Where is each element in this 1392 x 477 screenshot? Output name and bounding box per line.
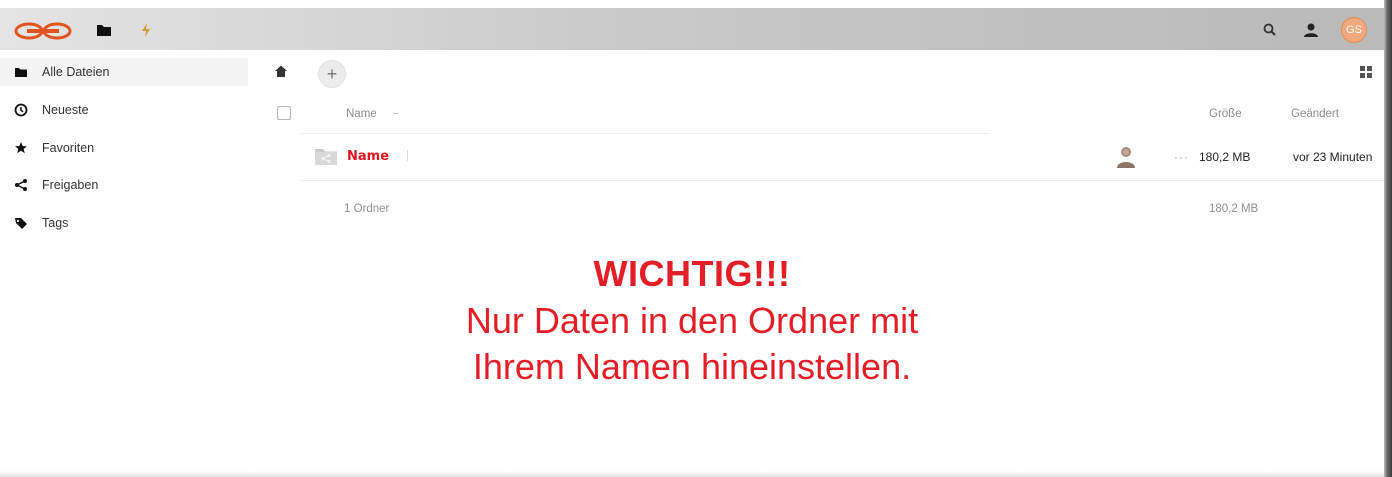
grid-view-icon[interactable] [1360,66,1372,78]
frame-right-edge [1384,0,1392,477]
folder-icon [15,68,27,77]
frame-bottom-edge [0,471,1384,477]
logo-icon[interactable] [14,22,72,40]
file-name-link[interactable]: Name [347,149,389,164]
sidebar-item-label: Tags [42,216,69,230]
sidebar-item-label: Neueste [42,103,89,117]
shared-user-avatar-icon[interactable] [1115,145,1137,169]
avatar-initials: GS [1346,24,1362,36]
sidebar-item-recent[interactable]: Neueste [0,96,248,124]
name-separator [407,150,408,161]
shared-folder-icon [315,149,337,165]
share-icon [15,179,27,191]
header-divider [300,133,990,134]
file-size: 180,2 MB [1199,150,1251,164]
summary-count: 1 Ordner [344,203,390,215]
select-all-checkbox[interactable] [277,106,291,120]
activity-icon[interactable] [136,20,156,40]
sidebar-item-label: Freigaben [42,178,99,192]
more-actions-button[interactable]: ··· [1174,150,1189,164]
files-icon[interactable] [94,20,114,40]
column-header-name[interactable]: Name [346,108,377,120]
sidebar-item-label: Alle Dateien [42,65,110,79]
notice-line-1: Nur Daten in den Ordner mit [465,300,919,341]
sidebar-item-all-files[interactable]: Alle Dateien [0,58,248,86]
tag-icon [15,218,27,229]
user-avatar[interactable]: GS [1341,17,1367,43]
search-icon[interactable] [1260,20,1280,40]
sidebar-item-shares[interactable]: Freigaben [0,171,248,199]
column-header-size[interactable]: Größe [1209,108,1242,120]
home-icon[interactable] [274,64,288,78]
notice-title: WICHTIG!!! [593,253,791,294]
sidebar-item-label: Favoriten [42,141,95,155]
column-header-modified[interactable]: Geändert [1291,108,1339,120]
clock-icon [14,103,28,117]
sort-indicator: – [393,108,399,119]
row-divider [300,180,1384,181]
sidebar-item-favorites[interactable]: Favoriten [0,134,248,162]
star-icon [15,142,27,154]
file-modified: vor 23 Minuten [1293,150,1373,164]
notice-line-2: Ihrem Namen hineinstellen. [472,346,912,387]
contacts-icon[interactable] [1301,20,1321,40]
summary-size: 180,2 MB [1209,203,1259,215]
add-new-button[interactable]: + [318,60,346,88]
sidebar-item-tags[interactable]: Tags [0,209,248,237]
add-label: + [326,63,338,84]
top-header-bar: GS [0,8,1384,50]
